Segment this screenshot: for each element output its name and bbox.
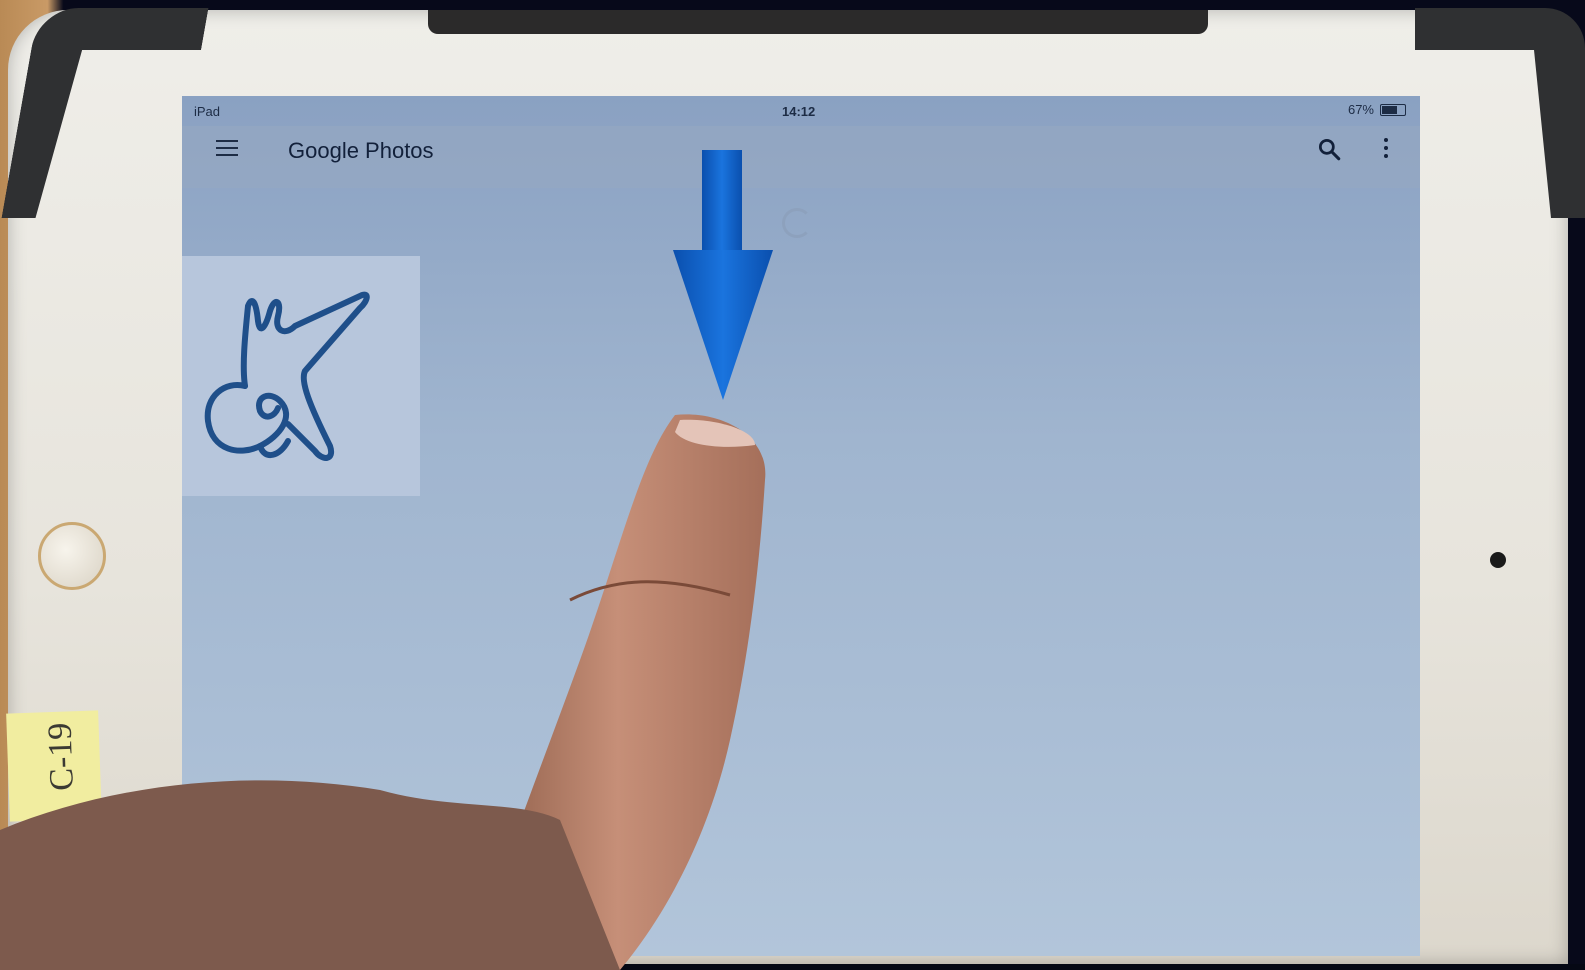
hamburger-menu-icon[interactable] (216, 140, 238, 156)
hand (0, 780, 620, 970)
home-button[interactable] (38, 522, 106, 590)
battery-percent: 67% (1347, 102, 1374, 117)
status-right: 67% (1348, 102, 1406, 117)
down-arrow-icon (673, 150, 773, 400)
status-time: 14:12 (782, 104, 816, 119)
front-camera (1490, 552, 1506, 568)
battery-icon (1380, 103, 1406, 116)
app-bar: Google Photos (182, 126, 1420, 188)
photo-thumbnail[interactable] (182, 256, 420, 496)
drawing-figure-icon (204, 291, 370, 461)
search-icon[interactable] (1316, 136, 1342, 162)
refresh-spinner-icon (782, 208, 812, 238)
device-label: iPad (194, 104, 221, 119)
case-top-edge (428, 10, 1208, 34)
app-title: Google Photos (288, 138, 434, 163)
more-vertical-icon[interactable] (1382, 138, 1390, 160)
status-bar: iPad 14:12 67% (182, 96, 1420, 126)
